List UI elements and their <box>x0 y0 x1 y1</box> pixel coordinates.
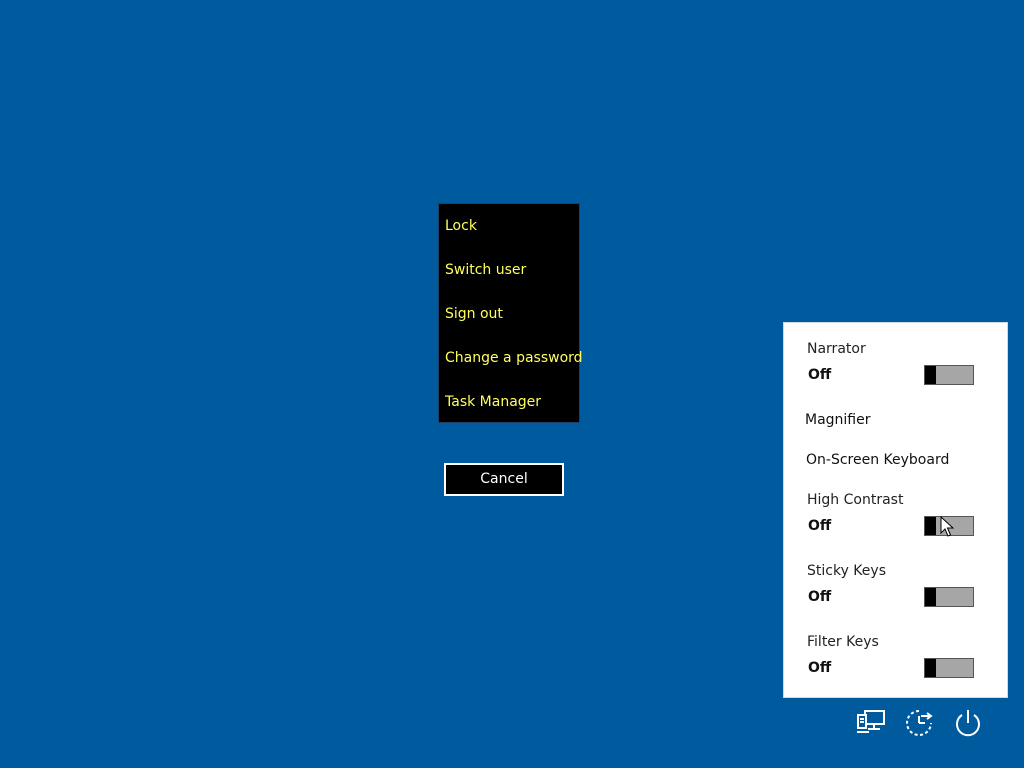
filter-keys-state: Off <box>808 660 832 676</box>
sticky-keys-label: Sticky Keys <box>807 563 886 579</box>
high-contrast-state: Off <box>808 518 832 534</box>
sticky-keys-toggle[interactable] <box>924 587 974 607</box>
on-screen-keyboard-item[interactable]: On-Screen Keyboard <box>806 451 949 469</box>
sticky-keys-state: Off <box>808 589 832 605</box>
filter-keys-label: Filter Keys <box>807 634 879 650</box>
toggle-knob <box>925 517 936 535</box>
toggle-knob <box>925 588 936 606</box>
filter-keys-toggle[interactable] <box>924 658 974 678</box>
security-options-menu: Lock Switch user Sign out Change a passw… <box>438 203 583 423</box>
power-icon[interactable] <box>952 707 984 739</box>
narrator-toggle[interactable] <box>924 365 974 385</box>
toggle-knob <box>925 659 936 677</box>
cancel-button[interactable]: Cancel <box>444 463 564 496</box>
narrator-state: Off <box>808 367 832 383</box>
menu-item-lock[interactable]: Lock <box>445 216 477 236</box>
high-contrast-label: High Contrast <box>807 492 904 508</box>
narrator-label: Narrator <box>807 341 866 357</box>
magnifier-item[interactable]: Magnifier <box>805 411 871 429</box>
toggle-knob <box>925 366 936 384</box>
mouse-cursor-icon <box>940 515 955 538</box>
ease-of-access-icon[interactable] <box>903 707 935 739</box>
menu-item-sign-out[interactable]: Sign out <box>445 304 503 324</box>
menu-item-switch-user[interactable]: Switch user <box>445 260 526 280</box>
network-icon[interactable] <box>855 707 887 739</box>
security-options-screen: Lock Switch user Sign out Change a passw… <box>0 0 1024 768</box>
menu-item-task-manager[interactable]: Task Manager <box>445 392 541 412</box>
menu-item-change-password[interactable]: Change a password <box>445 348 583 368</box>
ease-of-access-panel: Narrator Off Magnifier On-Screen Keyboar… <box>783 322 1008 698</box>
